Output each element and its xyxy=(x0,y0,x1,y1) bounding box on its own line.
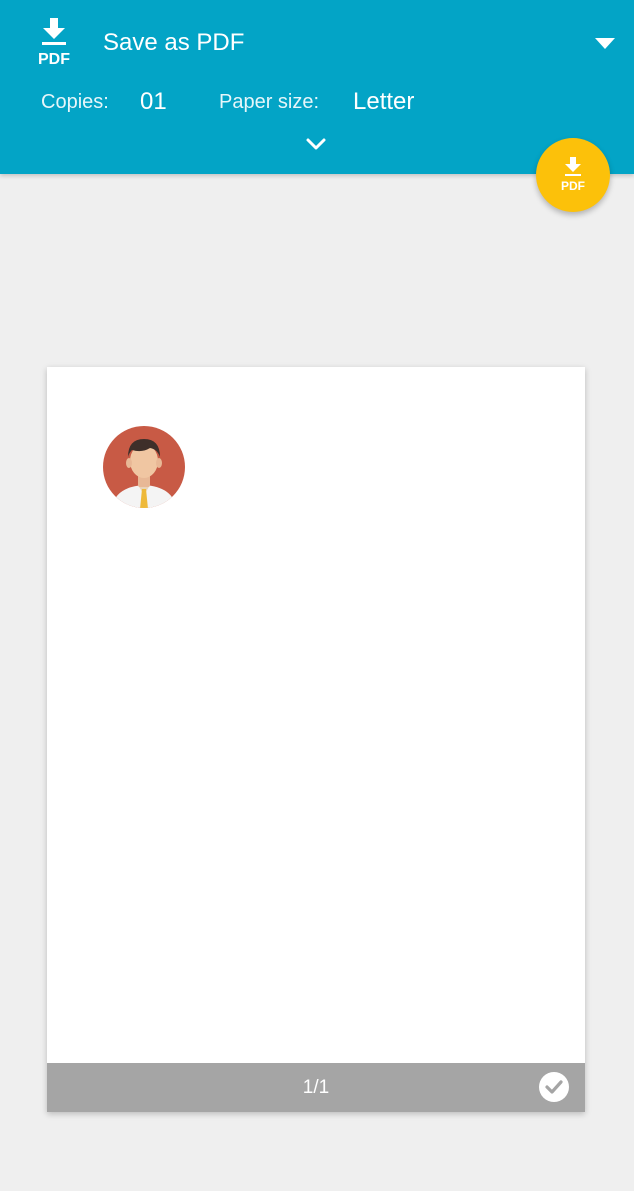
check-circle-icon[interactable] xyxy=(538,1071,570,1103)
print-options-header: PDF Save as PDF Copies: 01 Paper size: L… xyxy=(0,0,634,174)
copies-value[interactable]: 01 xyxy=(140,87,167,117)
download-pdf-icon: PDF xyxy=(561,157,585,193)
chevron-down-icon[interactable] xyxy=(304,136,328,154)
printer-name: Save as PDF xyxy=(103,29,245,56)
paper-size-value[interactable]: Letter xyxy=(353,87,414,117)
triangle-down-icon[interactable] xyxy=(595,38,615,49)
paper-size-label: Paper size: xyxy=(219,91,320,113)
page-preview[interactable]: 1/1 xyxy=(47,367,585,1112)
printer-selector[interactable]: PDF Save as PDF xyxy=(0,0,634,86)
fab-label: PDF xyxy=(561,179,585,193)
download-pdf-button[interactable]: PDF xyxy=(536,138,610,212)
download-pdf-icon: PDF xyxy=(32,16,76,68)
pdf-icon-label: PDF xyxy=(38,51,70,66)
copies-label: Copies: xyxy=(41,91,109,113)
person-avatar-icon xyxy=(102,425,186,509)
page-footer: 1/1 xyxy=(47,1063,585,1112)
page-number: 1/1 xyxy=(302,1077,330,1098)
